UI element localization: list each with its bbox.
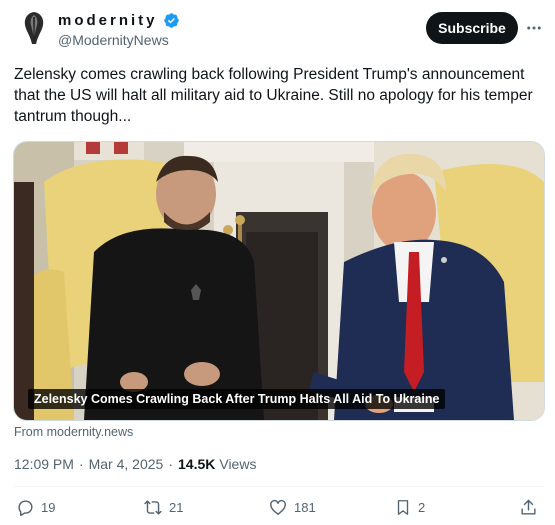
media-image [14, 142, 544, 420]
repost-icon [144, 500, 162, 515]
tweet-post: modernity @ModernityNews Subscribe Zelen… [0, 0, 555, 525]
like-count: 181 [294, 500, 316, 515]
post-meta: 12:09 PM · Mar 4, 2025 · 14.5K Views [14, 456, 256, 472]
views-count: 14.5K [178, 456, 216, 472]
tweet-text: Zelensky comes crawling back following P… [14, 66, 533, 125]
post-date[interactable]: Mar 4, 2025 [89, 456, 164, 472]
repost-count: 21 [169, 500, 184, 515]
action-divider [14, 486, 544, 487]
bookmark-button[interactable]: 2 [394, 498, 425, 517]
meta-separator-2: · [168, 456, 173, 472]
post-time[interactable]: 12:09 PM [14, 456, 74, 472]
reply-button[interactable]: 19 [16, 498, 55, 517]
media-source-link[interactable]: From modernity.news [14, 425, 133, 439]
author-avatar[interactable] [14, 8, 54, 48]
views-label: Views [219, 456, 257, 472]
author-display-name: modernity [58, 12, 158, 29]
share-icon [521, 499, 536, 515]
media-card[interactable]: Zelensky Comes Crawling Back After Trump… [13, 141, 545, 421]
author-handle[interactable]: @ModernityNews [58, 32, 169, 48]
media-caption: Zelensky Comes Crawling Back After Trump… [28, 389, 446, 409]
reply-icon [18, 500, 33, 517]
repost-button[interactable]: 21 [143, 498, 183, 517]
more-options-icon[interactable] [524, 18, 544, 38]
bookmark-icon [397, 500, 409, 515]
subscribe-button[interactable]: Subscribe [426, 12, 518, 44]
modernity-logo-icon [24, 12, 44, 44]
author-name-row[interactable]: modernity [58, 12, 180, 29]
meta-separator: · [78, 456, 84, 472]
verified-badge-icon [163, 13, 179, 28]
heart-icon [270, 499, 286, 515]
reply-count: 19 [41, 500, 56, 515]
bookmark-count: 2 [418, 500, 426, 515]
like-button[interactable]: 181 [268, 498, 316, 517]
share-button[interactable] [519, 498, 538, 517]
